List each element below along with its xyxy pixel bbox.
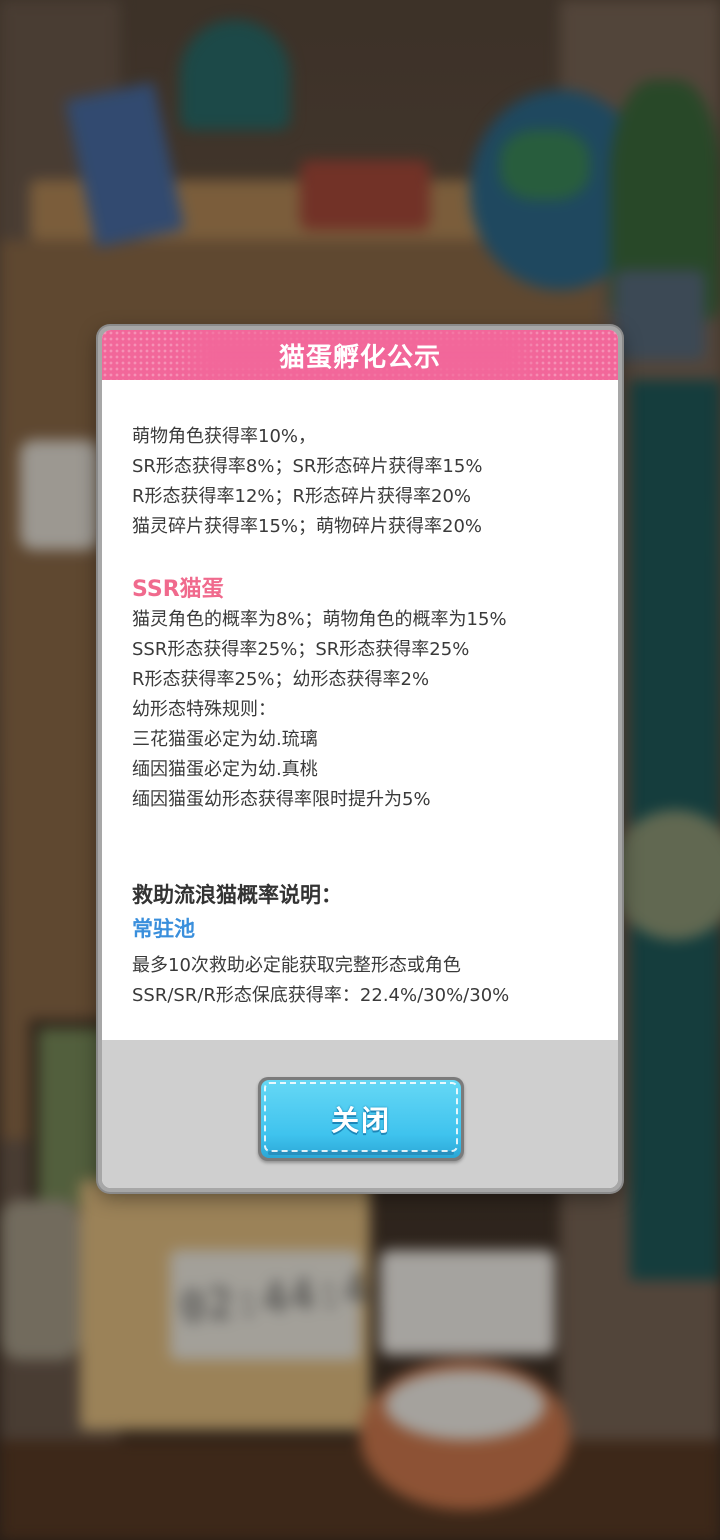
- ssr-line: 缅因猫蛋必定为幼.真桃: [132, 759, 318, 780]
- hatch-info-dialog: 猫蛋孵化公示 萌物角色获得率10%， SR形态获得率8%；SR形态碎片获得率15…: [98, 326, 622, 1192]
- intro-line: 猫灵碎片获得率15%；萌物碎片获得率20%: [132, 516, 483, 537]
- intro-line: R形态获得率12%；R形态碎片获得率20%: [132, 486, 472, 507]
- rescue-section-heading: 救助流浪猫概率说明：: [132, 883, 342, 907]
- dialog-title: 猫蛋孵化公示: [278, 342, 441, 373]
- ssr-line: 三花猫蛋必定为幼.琉璃: [132, 729, 318, 750]
- ssr-line: 幼形态特殊规则：: [132, 699, 276, 720]
- ssr-line: R形态获得率25%；幼形态获得率2%: [132, 669, 430, 690]
- dialog-body: 萌物角色获得率10%， SR形态获得率8%；SR形态碎片获得率15% R形态获得…: [102, 380, 618, 1040]
- dialog-footer: 关闭: [102, 1040, 618, 1188]
- ssr-section-heading: SSR猫蛋: [132, 577, 224, 602]
- ssr-line: 猫灵角色的概率为8%；萌物角色的概率为15%: [132, 609, 507, 630]
- close-button-label: 关闭: [330, 1104, 391, 1137]
- dialog-inner: 猫蛋孵化公示 萌物角色获得率10%， SR形态获得率8%；SR形态碎片获得率15…: [102, 330, 618, 1188]
- intro-rates: 萌物角色获得率10%， SR形态获得率8%；SR形态碎片获得率15% R形态获得…: [132, 422, 482, 542]
- intro-line: 萌物角色获得率10%，: [132, 426, 317, 447]
- intro-line: SR形态获得率8%；SR形态碎片获得率15%: [132, 456, 483, 477]
- rescue-line: 最多10次救助必定能获取完整形态或角色: [132, 955, 461, 976]
- rescue-line: SSR/SR/R形态保底获得率：22.4%/30%/30%: [132, 985, 510, 1006]
- ssr-line: 缅因猫蛋幼形态获得率限时提升为5%: [132, 789, 431, 810]
- close-button[interactable]: 关闭: [258, 1077, 464, 1161]
- dialog-header: 猫蛋孵化公示: [102, 330, 618, 380]
- ssr-line: SSR形态获得率25%；SR形态获得率25%: [132, 639, 470, 660]
- pool-name: 常驻池: [132, 917, 195, 941]
- rescue-rates: 最多10次救助必定能获取完整形态或角色 SSR/SR/R形态保底获得率：22.4…: [132, 951, 509, 1011]
- ssr-rates: 猫灵角色的概率为8%；萌物角色的概率为15% SSR形态获得率25%；SR形态获…: [132, 605, 507, 815]
